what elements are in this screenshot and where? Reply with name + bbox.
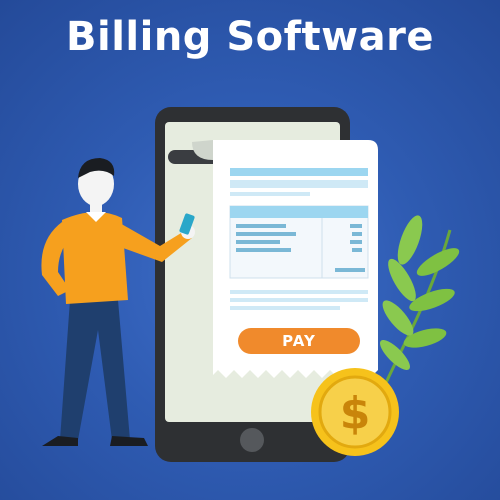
phone-home-button-icon: [240, 428, 264, 452]
dollar-coin-icon: $: [311, 368, 399, 456]
svg-text:$: $: [340, 388, 371, 439]
illustration-art: $: [41, 107, 460, 462]
plant-icon: [376, 215, 460, 401]
pay-button[interactable]: PAY: [238, 328, 360, 354]
billing-illustration: Billing Software $ PAY: [0, 0, 500, 500]
